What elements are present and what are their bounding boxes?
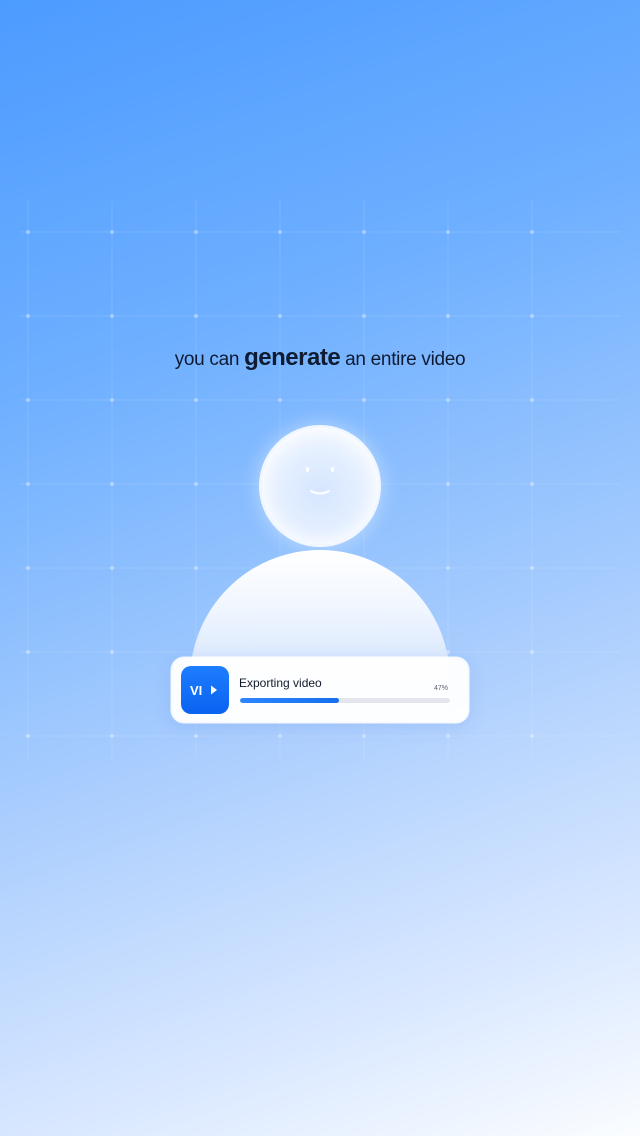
grid-dot [194, 734, 198, 738]
grid-dot [446, 314, 450, 318]
headline-prefix: you can [174, 349, 240, 370]
grid-dot [278, 314, 282, 318]
grid-dot [278, 398, 282, 402]
grid-dot [26, 566, 30, 570]
export-progress-fill [240, 698, 339, 703]
grid-dot [26, 482, 30, 486]
grid-dot [110, 482, 114, 486]
headline-emphasis: generate [244, 344, 341, 371]
grid-dot [530, 398, 534, 402]
export-progress-bar [240, 698, 450, 703]
grid-dot [110, 398, 114, 402]
grid-dot [110, 650, 114, 654]
grid-dot [278, 230, 282, 234]
grid-dot [194, 482, 198, 486]
grid-dot [530, 566, 534, 570]
grid-dot [26, 734, 30, 738]
grid-dot [530, 482, 534, 486]
grid-dot [530, 230, 534, 234]
grid-dot [362, 314, 366, 318]
grid-dot [110, 566, 114, 570]
grid-dot [26, 314, 30, 318]
grid-dot [530, 650, 534, 654]
grid-dot [446, 230, 450, 234]
grid-dot [26, 650, 30, 654]
grid-dot [446, 482, 450, 486]
export-percent: 47% [433, 685, 448, 692]
grid-dot [362, 398, 366, 402]
grid-dot [446, 566, 450, 570]
headline: you can generate an entire video [0, 344, 640, 372]
grid-dot [194, 566, 198, 570]
grid-dot [194, 398, 198, 402]
export-title: Exporting video [239, 676, 322, 690]
grid-dot [362, 230, 366, 234]
grid-dot [194, 230, 198, 234]
grid-dot [110, 314, 114, 318]
grid-dot [26, 230, 30, 234]
grid-dot [530, 734, 534, 738]
avatar-head [261, 427, 379, 545]
smiley-face-icon [306, 467, 334, 495]
headline-suffix: an entire video [345, 349, 466, 370]
grid-dot [530, 314, 534, 318]
app-logo-text: VI [190, 683, 202, 698]
grid-dot [278, 734, 282, 738]
grid-dot [446, 398, 450, 402]
grid-dot [446, 734, 450, 738]
grid-dot [26, 398, 30, 402]
grid-dot [110, 230, 114, 234]
play-icon [211, 685, 217, 695]
grid-dot [194, 314, 198, 318]
grid-dot [362, 734, 366, 738]
app-logo-icon: VI [181, 666, 229, 714]
grid-dot [110, 734, 114, 738]
export-progress-card: VI Exporting video 47% [172, 658, 468, 722]
